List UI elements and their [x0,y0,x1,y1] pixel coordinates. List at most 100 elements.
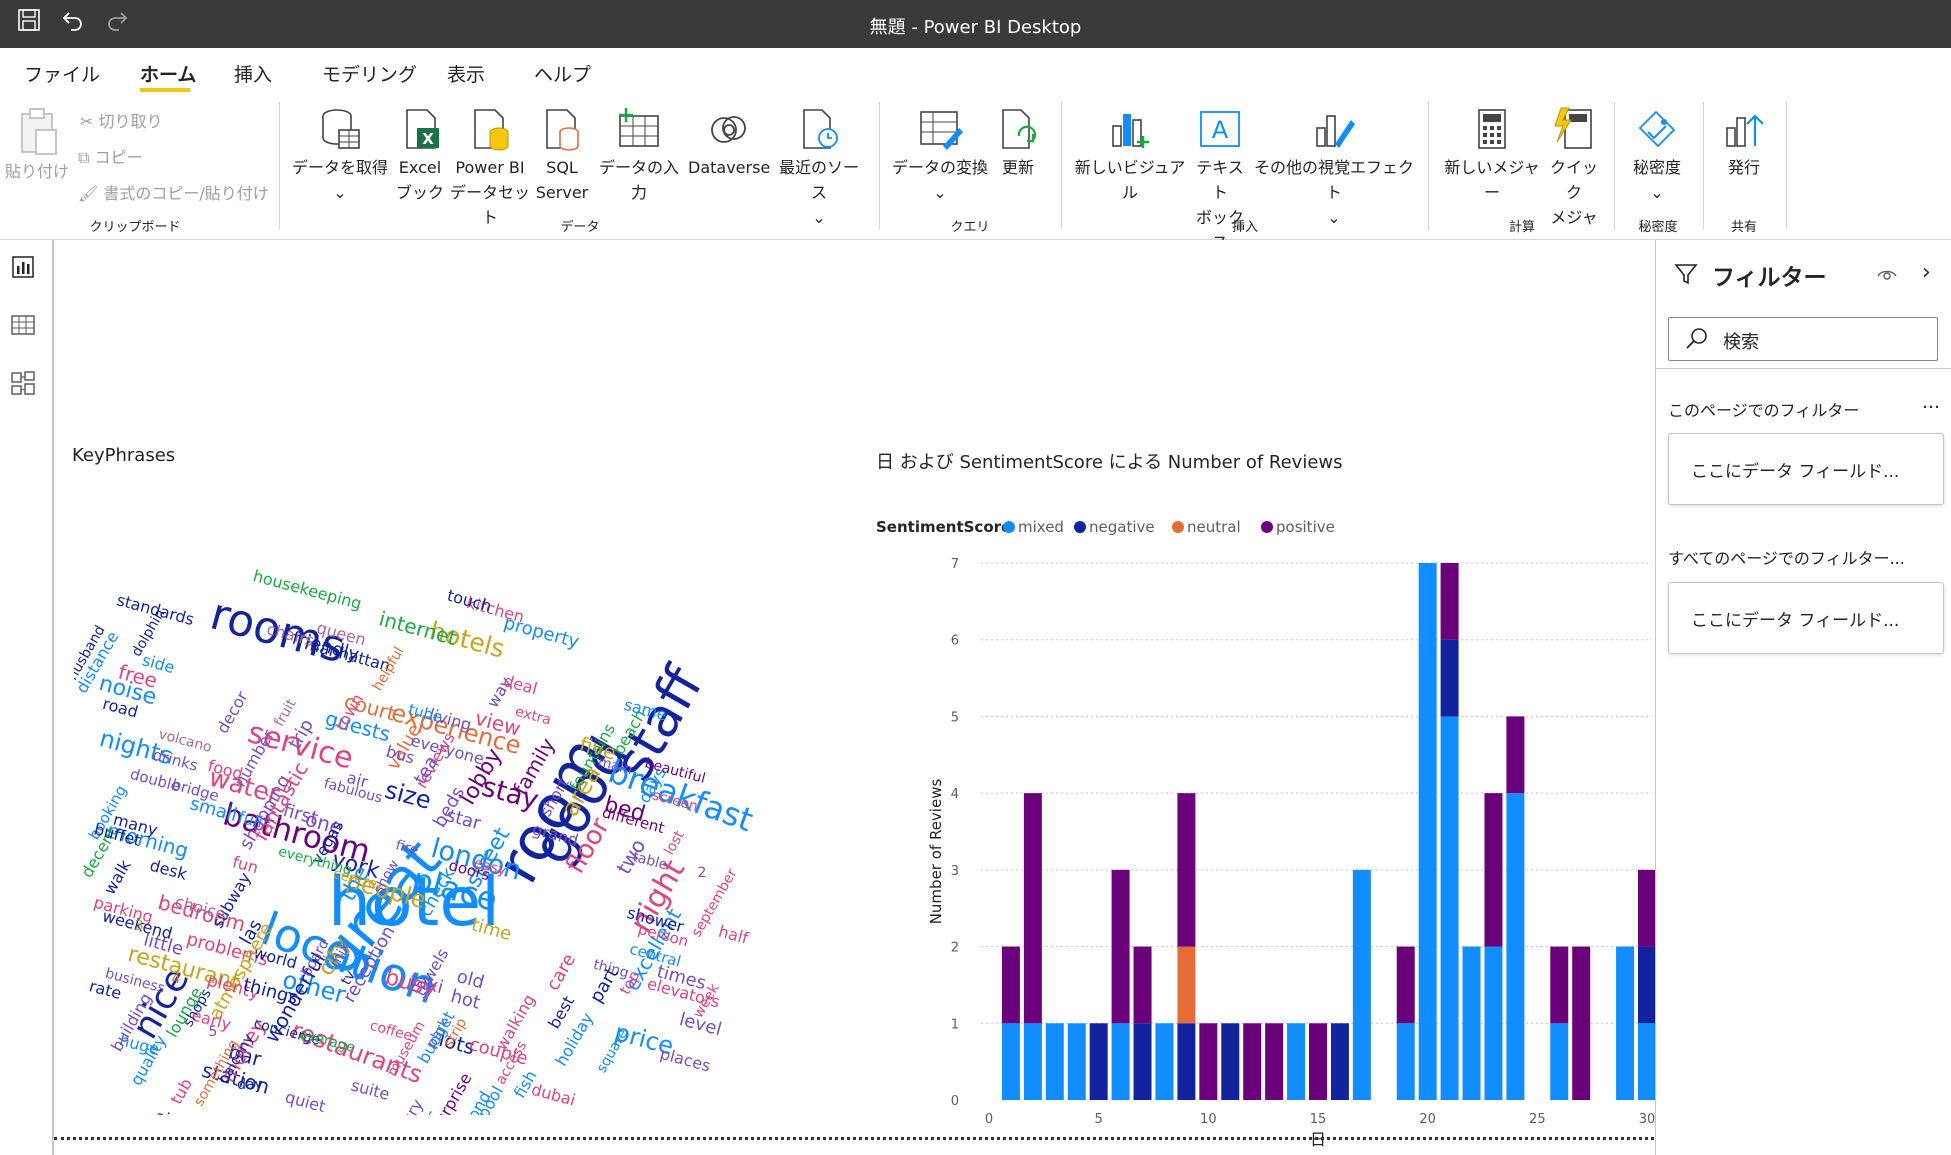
wordcloud-word[interactable]: places [658,1044,713,1076]
menu-home[interactable]: ホーム [140,60,196,87]
collapse-pane-icon[interactable]: › [1922,260,1931,285]
bar-segment[interactable] [1484,793,1503,947]
legend-item[interactable]: neutral [1187,518,1241,536]
wordcloud-word[interactable]: 5 [209,1024,218,1040]
get-data-button[interactable]: データを取得 ⌄ [290,106,390,205]
bar-segment[interactable] [1023,793,1042,1024]
wordcloud-word[interactable]: decor [213,688,252,737]
bar-segment[interactable] [1462,946,1481,1100]
wordcloud-word[interactable]: suite [349,1075,392,1103]
wordcloud-word[interactable]: tub [166,1075,196,1108]
cut-button[interactable]: ✂ 切り取り [80,108,163,132]
bar-segment[interactable] [1550,946,1569,1024]
legend-item[interactable]: positive [1276,518,1335,536]
bar-segment[interactable] [1177,793,1196,947]
bar-segment[interactable] [1155,1023,1174,1100]
wordcloud-word[interactable]: two [611,835,650,879]
bar-segment[interactable] [1177,1023,1196,1100]
filters-all-pages-well[interactable]: ここにデータ フィールド... [1668,582,1944,654]
bar-segment[interactable] [1089,1023,1108,1100]
bar-segment[interactable] [1418,563,1437,1100]
more-visuals-button[interactable]: その他の視覚エフェクト ⌄ [1252,106,1416,230]
bar-segment[interactable] [1550,1023,1569,1100]
bar-segment[interactable] [1067,1023,1086,1100]
bar-segment[interactable] [1133,946,1152,1024]
filters-on-page-well[interactable]: ここにデータ フィールド... [1668,433,1944,505]
more-options-icon[interactable]: … [1922,392,1940,413]
menu-modeling[interactable]: モデリング [322,60,417,87]
bar-segment[interactable] [1506,716,1525,794]
wordcloud-word[interactable]: day [237,1077,263,1093]
wordcloud-word[interactable]: 4 [172,971,181,987]
copy-button[interactable]: ⧉ コピー [78,144,143,168]
wordcloud-word[interactable]: 2 [698,865,707,881]
wordcloud-word[interactable]: half [716,922,750,948]
filter-search-input[interactable]: 検索 [1668,317,1938,361]
bar-segment[interactable] [1243,1023,1262,1100]
wordcloud-word[interactable]: luxury [385,1096,427,1115]
new-visual-button[interactable]: 新しいビジュアル [1072,106,1188,205]
bar-segment[interactable] [1440,716,1459,1100]
refresh-button[interactable]: 更新 [994,106,1042,180]
bar-segment[interactable] [1111,1023,1130,1100]
bar-segment[interactable] [1177,946,1196,1024]
legend-item[interactable]: mixed [1018,518,1064,536]
wordcloud-word[interactable]: care [542,950,580,994]
bar-segment[interactable] [1221,1023,1240,1100]
wordcloud-word[interactable]: 3 [135,918,144,934]
bar-segment[interactable] [1396,1023,1415,1100]
publish-button[interactable]: 発行 [1712,106,1776,180]
bar-segment[interactable] [1199,1023,1218,1100]
bar-segment[interactable] [1506,793,1525,1100]
bar-segment[interactable] [1484,946,1503,1100]
enter-data-button[interactable]: データの入力 [594,106,684,205]
menu-help[interactable]: ヘルプ [534,60,591,87]
recent-sources-button[interactable]: 最近のソース ⌄ [774,106,864,230]
bar-segment[interactable] [1330,1023,1349,1100]
new-measure-button[interactable]: 新しいメジャー [1440,106,1544,205]
bar-segment[interactable] [1616,946,1635,1100]
bar-segment[interactable] [1309,1023,1327,1100]
model-view-icon[interactable] [10,370,36,400]
bar-segment[interactable] [1045,1023,1064,1100]
bar-segment[interactable] [1572,946,1591,1100]
bar-segment[interactable] [1287,1023,1306,1100]
wordcloud-word[interactable]: internet [377,606,460,650]
sql-server-button[interactable]: SQL Server [534,106,590,205]
data-view-icon[interactable] [10,312,36,342]
bar-segment[interactable] [1111,869,1130,1024]
bar-segment[interactable] [1001,946,1020,1024]
legend-item[interactable]: negative [1089,518,1155,536]
wordcloud-word[interactable]: star [444,805,484,834]
bar-segment[interactable] [1396,946,1415,1024]
excel-workbook-button[interactable]: X Excel ブック [392,106,448,205]
bar-segment[interactable] [1440,563,1459,640]
wordcloud-word[interactable]: dubai [529,1080,577,1110]
report-view-icon[interactable] [10,254,36,284]
bar-segment[interactable] [1638,869,1656,947]
bar-segment[interactable] [1638,946,1656,1024]
sensitivity-button[interactable]: 秘密度 ⌄ [1624,106,1690,205]
bar-segment[interactable] [1023,1023,1042,1100]
menu-insert[interactable]: 挿入 [234,60,272,87]
bar-chart-visual[interactable]: SentimentScore mixed negative neutral positi… [864,475,1664,1155]
dataverse-button[interactable]: Dataverse [688,106,770,180]
bar-segment[interactable] [1133,1023,1152,1100]
bar-segment[interactable] [1352,869,1371,1100]
bar-segment[interactable] [1265,1023,1284,1100]
menu-view[interactable]: 表示 [447,60,485,87]
wordcloud-word[interactable]: advisor [191,1112,237,1115]
wordcloud-word[interactable]: square [594,1026,632,1075]
wordcloud-word[interactable]: quiet [283,1087,327,1115]
transform-data-button[interactable]: データの変換 ⌄ [888,106,992,205]
powerbi-dataset-button[interactable]: Power BI データセット [450,106,530,230]
menu-file[interactable]: ファイル [24,60,100,87]
bar-segment[interactable] [1638,1023,1656,1100]
bar-segment[interactable] [1001,1023,1020,1100]
paste-button[interactable]: 貼り付け [4,106,70,184]
visibility-icon[interactable] [1876,264,1898,288]
wordcloud-word[interactable]: lost [661,828,688,858]
wordcloud-word[interactable]: walk [100,856,135,898]
format-painter-button[interactable]: 🖌 書式のコピー/貼り付け [78,180,269,204]
bar-segment[interactable] [1440,639,1459,717]
